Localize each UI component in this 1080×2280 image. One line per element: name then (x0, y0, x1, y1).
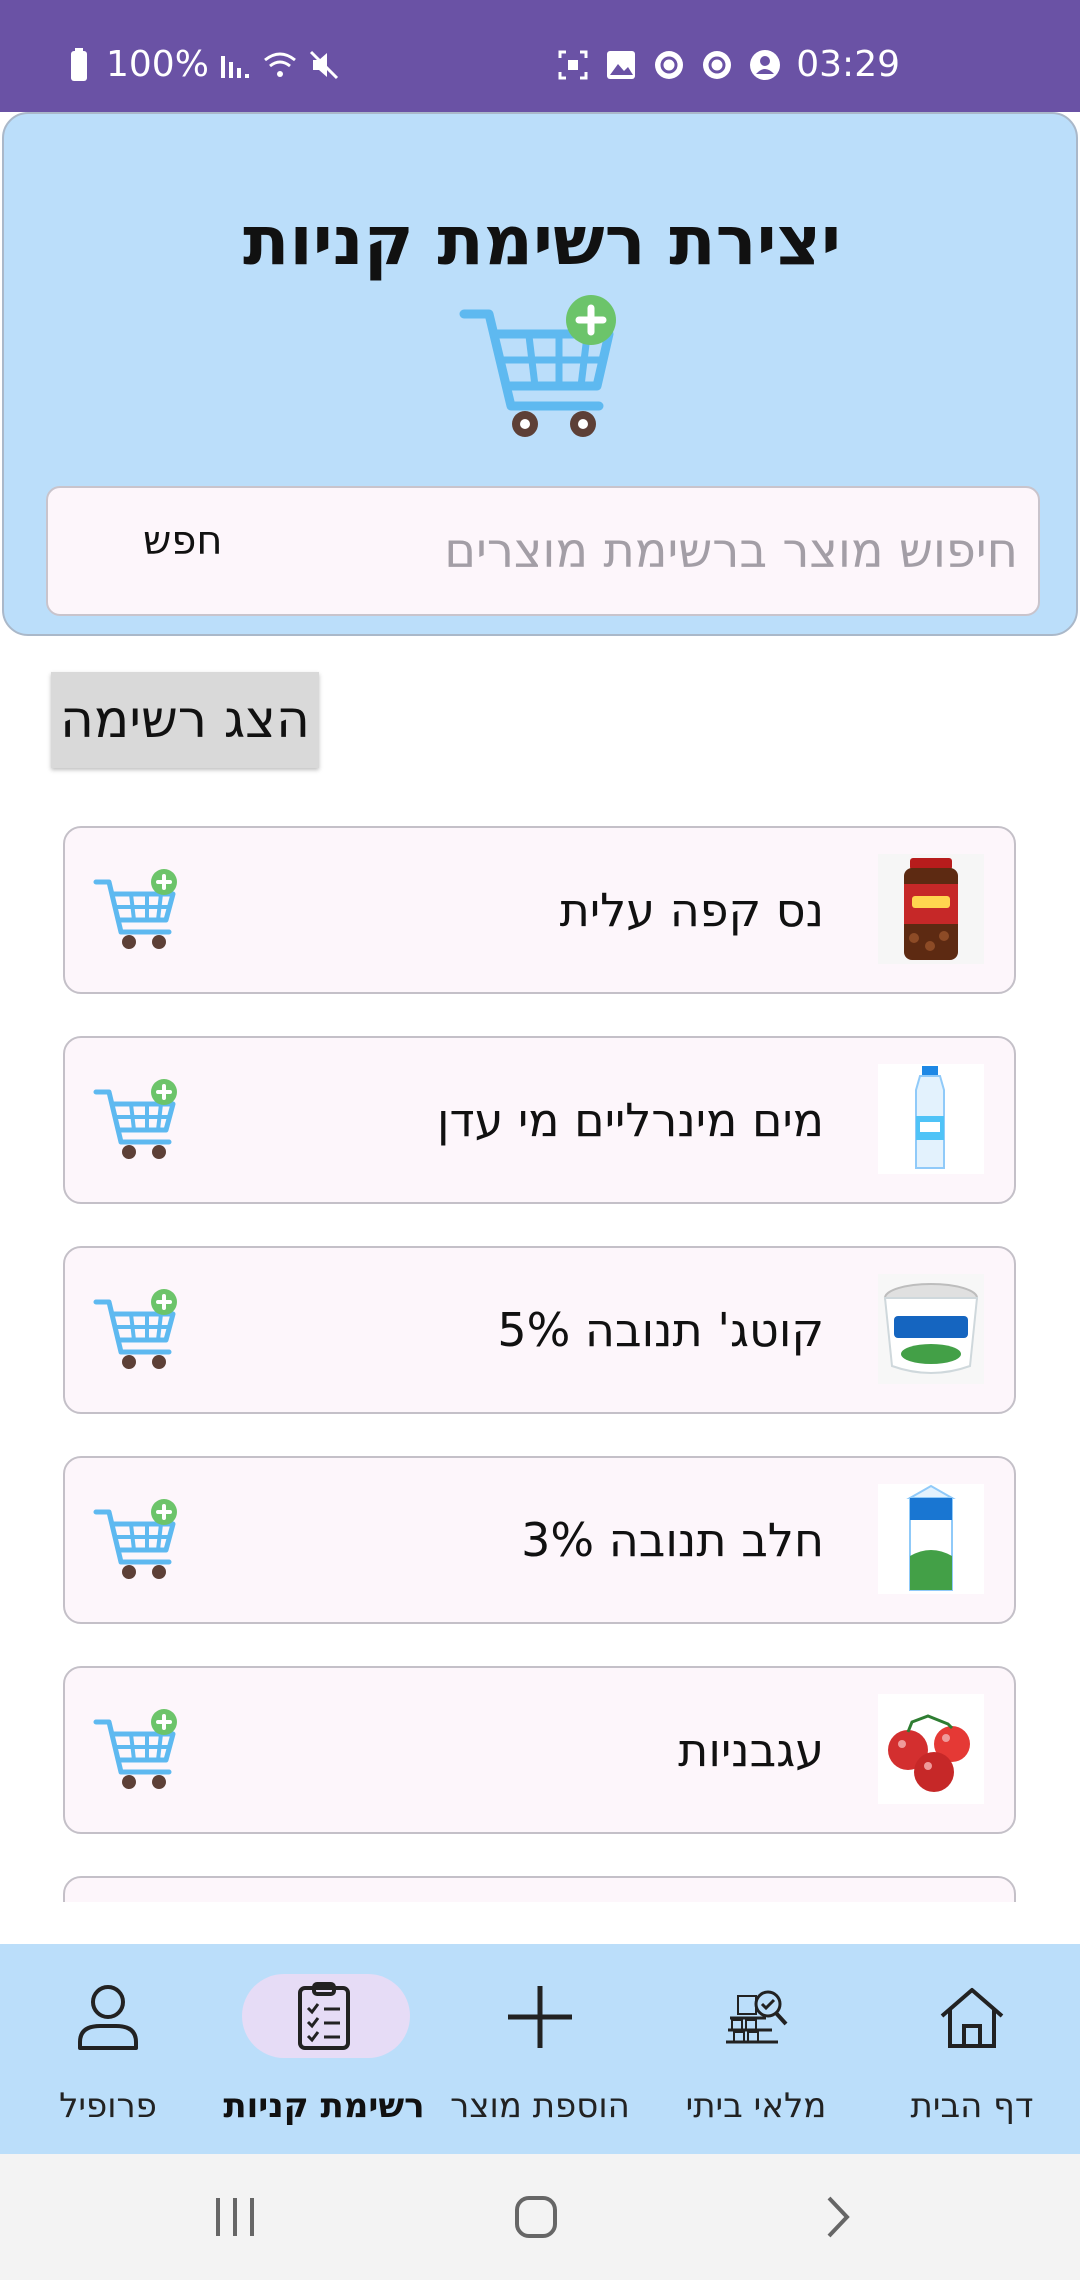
nav-profile[interactable]: פרופיל (0, 1944, 216, 2154)
gallery-icon (607, 50, 636, 79)
add-to-cart-icon[interactable] (93, 1288, 183, 1372)
clock: 03:29 (796, 44, 900, 85)
search-input[interactable] (318, 488, 1018, 614)
list-item[interactable]: נס קפה עלית (63, 826, 1016, 994)
add-to-cart-icon[interactable] (93, 1078, 183, 1162)
battery-percent: 100% (106, 44, 209, 85)
system-nav-bar (0, 2154, 1080, 2280)
milk-carton-image (878, 1484, 984, 1594)
product-name: מים מינרליים מי עדן (436, 1093, 824, 1147)
status-right: 03:29 (556, 44, 900, 85)
tomatoes-image (878, 1694, 984, 1804)
account-icon (750, 49, 781, 80)
wifi-icon (263, 52, 296, 77)
status-bar: 100% 03:29 (0, 0, 1080, 112)
product-name: קוטג' תנובה 5% (497, 1303, 824, 1357)
list-item[interactable]: קוטג' תנובה 5% (63, 1246, 1016, 1414)
sync-icon (655, 50, 684, 79)
nav-label: דף הבית (910, 2086, 1034, 2126)
clipboard-list-icon (298, 1982, 350, 2050)
nav-label: הוספת מוצר (450, 2086, 630, 2126)
add-to-cart-icon[interactable] (93, 1708, 183, 1792)
mute-icon (309, 50, 338, 79)
list-item[interactable]: חלב תנובה 3% (63, 1456, 1016, 1624)
list-item[interactable] (63, 1876, 1016, 1902)
recent-apps-icon[interactable] (200, 2182, 270, 2252)
product-name: עגבניות (678, 1723, 824, 1777)
shopping-cart-add-icon (459, 295, 616, 437)
nav-label: פרופיל (59, 2086, 157, 2126)
water-bottle-image (878, 1064, 984, 1174)
header-card: יצירת רשימת קניות חפש (2, 112, 1078, 636)
home-button-icon[interactable] (501, 2182, 571, 2252)
battery-icon (71, 47, 87, 81)
add-to-cart-icon[interactable] (93, 868, 183, 952)
inventory-icon (726, 1990, 788, 2044)
product-name: חלב תנובה 3% (521, 1513, 824, 1567)
sync-icon (703, 50, 732, 79)
nav-label: מלאי ביתי (685, 2086, 827, 2126)
status-left: 100% (62, 44, 341, 85)
product-name: נס קפה עלית (559, 883, 824, 937)
nav-inventory[interactable]: מלאי ביתי (648, 1944, 864, 2154)
person-icon (78, 1985, 138, 2050)
coffee-jar-image (878, 854, 984, 964)
add-to-cart-icon[interactable] (93, 1498, 183, 1582)
cottage-cheese-image (878, 1274, 984, 1384)
screenshot-icon (558, 50, 588, 79)
bottom-navigation: פרופיל רשימת קניות הוספת מוצר מלאי ביתי … (0, 1944, 1080, 2154)
plus-icon (508, 1986, 572, 2048)
page-title: יצירת רשימת קניות (242, 202, 842, 281)
list-item[interactable]: עגבניות (63, 1666, 1016, 1834)
nav-label: רשימת קניות (223, 2086, 425, 2126)
home-icon (940, 1988, 1004, 2048)
list-item[interactable]: מים מינרליים מי עדן (63, 1036, 1016, 1204)
nav-add-product[interactable]: הוספת מוצר (432, 1944, 648, 2154)
back-icon[interactable] (803, 2182, 873, 2252)
search-button[interactable]: חפש (143, 518, 222, 564)
show-list-button[interactable]: הצג רשימה (51, 672, 319, 768)
nav-shopping-list[interactable]: רשימת קניות (216, 1944, 432, 2154)
nav-home[interactable]: דף הבית (864, 1944, 1080, 2154)
signal-icon (220, 55, 249, 78)
search-box: חפש (46, 486, 1040, 616)
product-list[interactable]: נס קפה עלית מים מינרליים מי עדן קוטג' תנ… (0, 800, 1080, 1902)
